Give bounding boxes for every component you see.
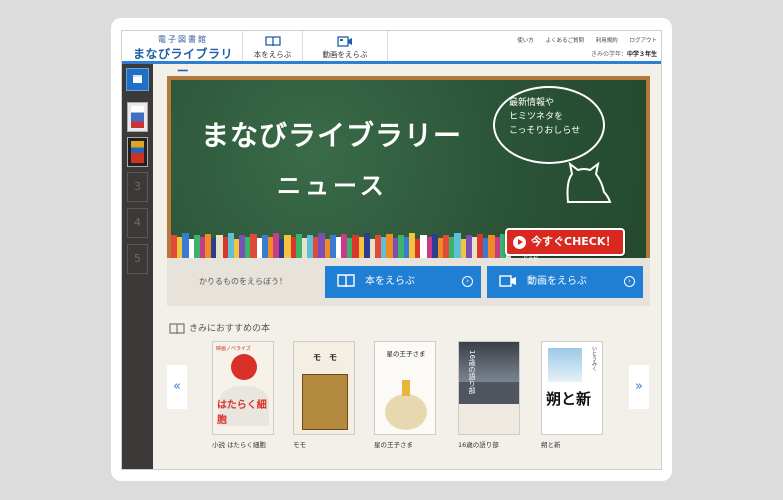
select-books-button[interactable]: 本をえらぶ › (325, 266, 481, 298)
book-title-5: 朔と新 (541, 441, 561, 449)
recommend-heading-text: きみにおすすめの本 (189, 324, 271, 334)
bubble-line-3: こっそりおしらせ (509, 126, 581, 136)
shelf-book-2[interactable] (127, 137, 148, 167)
shelf-slot-4[interactable]: 4 (127, 208, 148, 238)
tab-books-label: 本をえらぶ (253, 50, 292, 59)
book-cover-2: モ モ (293, 341, 355, 435)
carousel-prev-button[interactable]: « (167, 365, 187, 409)
link-faq[interactable]: よくあるご質問 (545, 38, 584, 44)
book-cover-3: 星の王子さま (374, 341, 436, 435)
book-icon (264, 36, 281, 47)
app-window: 電子図書館 まなびライブラリー 本をえらぶ 動画をえらぶ 使い方 よくあるご質問… (121, 30, 662, 470)
grade-value: 中学３年生 (626, 51, 657, 58)
shelf-book-1[interactable] (127, 102, 148, 132)
video-icon (337, 36, 352, 47)
bubble-line-1: 最新情報や (509, 98, 555, 108)
cover-top-1: 映画ノベライズ (216, 346, 251, 352)
shelf-icon[interactable] (126, 68, 149, 91)
book-card-1[interactable]: 映画ノベライズ はたらく細胞 小説 はたらく細胞 (212, 341, 274, 449)
cover-text-2: モ モ (313, 353, 337, 362)
tab-videos[interactable]: 動画をえらぶ (302, 31, 388, 61)
cover-band-4 (459, 404, 519, 434)
select-videos-label: 動画をえらぶ (527, 276, 587, 287)
cover-top-5: いとうみく (591, 346, 597, 371)
book-card-5[interactable]: いとうみく 朔と新 朔と新 (541, 341, 603, 449)
header: 電子図書館 まなびライブラリー 本をえらぶ 動画をえらぶ 使い方 よくあるご質問… (122, 31, 661, 78)
book-card-2[interactable]: モ モ モモ (293, 341, 355, 449)
chevron-right-icon: › (624, 276, 635, 287)
shelf-slot-3[interactable]: 3 (127, 172, 148, 202)
logo-subtitle: 電子図書館 (158, 35, 208, 44)
sidebar-shelf: 3 4 5 (122, 64, 153, 469)
grade-label: きみの学年： (590, 51, 627, 58)
grade-display: きみの学年：中学３年生 (591, 49, 657, 58)
book-icon (337, 274, 355, 288)
book-title-1: 小説 はたらく細胞 (212, 441, 266, 449)
video-ruby: どうが (523, 256, 539, 262)
top-links: 使い方 よくあるご質問 利用規約 ログアウト (507, 36, 657, 44)
cover-art-5 (548, 348, 582, 382)
shelf-slot-5[interactable]: 5 (127, 244, 148, 274)
cover-text-1: はたらく細胞 (217, 400, 267, 426)
book-card-4[interactable]: 16歳の語り部 16歳の語り部 (458, 341, 520, 449)
bubble-line-2: ヒミツネタを (509, 112, 564, 122)
bubble-text: 最新情報や ヒミツネタを こっそりおしらせ (509, 96, 599, 138)
link-logout[interactable]: ログアウト (629, 38, 657, 44)
book-cover-5: いとうみく 朔と新 (541, 341, 603, 435)
logo[interactable]: 電子図書館 まなびライブラリー (128, 34, 238, 78)
select-prompt: かりるものをえらぼう！ (199, 277, 287, 286)
tab-books[interactable]: 本をえらぶ (242, 31, 302, 61)
cover-art-1 (231, 354, 257, 380)
chevron-right-icon: › (462, 276, 473, 287)
cover-art-3 (385, 394, 427, 430)
banner-subtitle: ニュース (277, 172, 388, 200)
book-cover-4: 16歳の語り部 (458, 341, 520, 435)
select-books-label: 本をえらぶ (365, 276, 415, 287)
chalkboard: まなびライブラリー ニュース 最新情報や ヒミツネタを こっそりおしらせ 今すぐ… (171, 80, 646, 267)
banner-title: まなびライブラリー (201, 119, 463, 152)
cover-text-4: 16歳の語り部 (468, 350, 476, 394)
tab-videos-label: 動画をえらぶ (322, 50, 368, 59)
check-now-button[interactable]: 今すぐCHECK！ (505, 228, 625, 256)
select-row: かりるものをえらぼう！ 本をえらぶ › どうが 動画をえらぶ › (167, 256, 650, 306)
link-howto[interactable]: 使い方 (517, 38, 534, 44)
book-title-2: モモ (293, 441, 306, 449)
check-now-label: 今すぐCHECK！ (531, 235, 617, 248)
book-title-3: 星の王子さま (374, 441, 413, 449)
select-videos-button[interactable]: どうが 動画をえらぶ › (487, 256, 643, 298)
cover-text-5: 朔と新 (546, 390, 592, 408)
news-banner[interactable]: まなびライブラリー ニュース 最新情報や ヒミツネタを こっそりおしらせ 今すぐ… (167, 76, 650, 271)
cover-art-2 (302, 374, 348, 430)
link-terms[interactable]: 利用規約 (596, 38, 618, 44)
play-icon (513, 236, 526, 249)
book-outline-icon (169, 322, 185, 334)
recommend-heading: きみにおすすめの本 (169, 321, 270, 335)
cat-icon (566, 162, 612, 203)
carousel-next-button[interactable]: » (629, 365, 649, 409)
book-title-4: 16歳の語り部 (458, 441, 499, 449)
video-icon (499, 275, 516, 287)
cover-figure-3 (402, 380, 410, 396)
cover-text-3: 星の王子さま (386, 350, 426, 358)
book-cover-1: 映画ノベライズ はたらく細胞 (212, 341, 274, 435)
book-card-3[interactable]: 星の王子さま 星の王子さま (374, 341, 436, 449)
